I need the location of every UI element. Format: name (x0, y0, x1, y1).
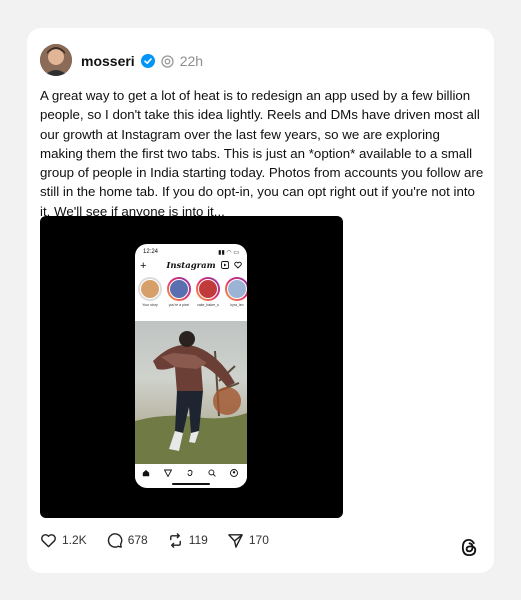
repost-button[interactable]: 119 (167, 532, 208, 549)
share-button[interactable]: 170 (227, 532, 269, 549)
like-button[interactable]: 1.2K (40, 532, 87, 549)
username[interactable]: mosseri (81, 53, 135, 69)
home-icon (142, 470, 150, 477)
app-tab-bar (135, 465, 247, 485)
feed-photo (135, 321, 247, 464)
send-icon (228, 533, 243, 548)
post-card: mosseri 22h A great way to get a lot of … (27, 28, 494, 573)
action-bar: 1.2K 678 119 170 (40, 530, 288, 550)
avatar[interactable] (40, 44, 72, 76)
reply-count: 678 (127, 533, 148, 547)
threads-logo-icon[interactable] (459, 537, 480, 558)
threads-icon (187, 469, 193, 476)
repost-icon (169, 532, 181, 548)
post-time: 22h (179, 53, 204, 69)
story-item: Your story (138, 277, 162, 307)
profile-icon (230, 469, 238, 477)
home-indicator (172, 483, 210, 485)
status-indicators-icon: ▮▮ ◠ ▭ (218, 250, 239, 256)
post-header: mosseri 22h (81, 51, 203, 71)
post-text: A great way to get a lot of heat is to r… (40, 88, 484, 219)
search-icon (208, 469, 216, 477)
status-time: 12:24 (143, 249, 159, 255)
stories-row: Your story you're a pixel cake_baker_s k… (138, 277, 247, 315)
send-icon (164, 469, 172, 477)
thread-icon (161, 54, 174, 68)
story-item: cake_baker_s (196, 277, 220, 307)
reply-button[interactable]: 678 (106, 532, 148, 549)
share-count: 170 (248, 533, 269, 547)
verified-badge-icon (140, 54, 155, 68)
story-item: you're a pixel (167, 277, 191, 307)
heart-icon (234, 261, 242, 269)
phone-screenshot: 12:24 ▮▮ ◠ ▭ + Instagram Your story you'… (135, 244, 247, 488)
app-title: Instagram (166, 261, 216, 271)
reels-icon (221, 261, 229, 269)
like-count: 1.2K (62, 533, 87, 547)
comment-icon (107, 532, 123, 548)
post-media[interactable]: 12:24 ▮▮ ◠ ▭ + Instagram Your story you'… (40, 216, 343, 518)
heart-icon (41, 533, 56, 547)
story-item: kyra_leo (225, 277, 247, 307)
repost-count: 119 (188, 533, 208, 547)
